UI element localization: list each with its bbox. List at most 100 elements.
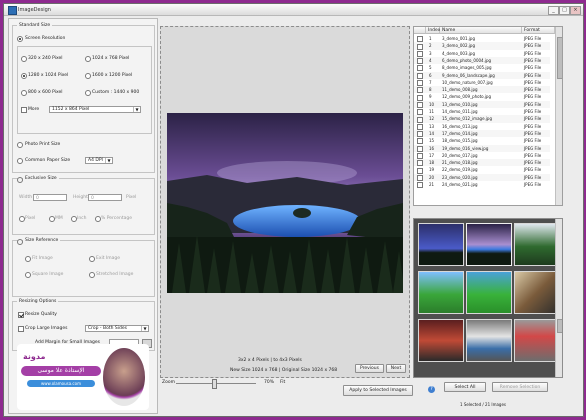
select-all-button[interactable]: Select All	[444, 382, 486, 392]
remove-selection-button[interactable]: Remove Selection	[492, 382, 548, 392]
help-icon[interactable]: ?	[428, 386, 435, 393]
table-row[interactable]: 19 22_demo_019.jpg JPEG File	[414, 166, 550, 174]
row-checkbox[interactable]	[417, 182, 423, 189]
table-row[interactable]: 6 9_demo_06_landscape.jpg JPEG File	[414, 71, 550, 79]
table-row[interactable]: 11 14_demo_011.jpg JPEG File	[414, 108, 550, 116]
height-input[interactable]: 0	[88, 194, 122, 201]
maximize-button[interactable]: □	[559, 6, 570, 15]
square-image-radio[interactable]	[25, 272, 31, 278]
row-index: 7	[429, 79, 432, 85]
thumbnail[interactable]	[466, 223, 512, 266]
table-row[interactable]: 2 3_demo_002.jpg JPEG File	[414, 42, 550, 50]
row-format: JPEG File	[524, 50, 542, 56]
thumbnail[interactable]	[418, 319, 464, 362]
row-index: 14	[429, 130, 435, 136]
table-row[interactable]: 7 10_demo_nature_007.jpg JPEG File	[414, 79, 550, 87]
more-dropdown-value: 1152 x 864 Pixel	[52, 107, 90, 112]
table-row[interactable]: 18 21_demo_018.jpg JPEG File	[414, 159, 550, 167]
unit-label: Pixel	[126, 195, 137, 200]
more-checkbox[interactable]	[21, 107, 27, 113]
watermark-line3: www.olamousa.com	[27, 380, 95, 387]
table-row[interactable]: 1 3_demo_001.jpg JPEG File	[414, 35, 550, 43]
row-format: JPEG File	[524, 72, 542, 78]
column-header-check[interactable]	[414, 27, 426, 34]
thumbnail[interactable]	[466, 271, 512, 314]
resize-quality-checkbox[interactable]	[18, 312, 24, 318]
thumbnail-scrollbar[interactable]	[555, 219, 562, 377]
crop-large-checkbox[interactable]	[18, 326, 24, 332]
table-row[interactable]: 21 24_demo_021.jpg JPEG File	[414, 181, 550, 189]
row-index: 18	[429, 160, 435, 166]
width-input[interactable]: 0	[33, 194, 67, 201]
height-label: Height	[73, 195, 88, 200]
table-row[interactable]: 13 16_demo_013.jpg JPEG File	[414, 123, 550, 130]
preview-info-line1: 3x2 x 4 Pixels | to 4x3 Pixels	[238, 358, 302, 363]
common-paper-radio[interactable]	[17, 158, 23, 164]
table-row[interactable]: 16 19_demo_016_view.jpg JPEG File	[414, 144, 550, 152]
res-1024-radio[interactable]	[85, 56, 91, 62]
common-paper-label: Common Paper Size	[25, 158, 71, 163]
zoom-slider-knob[interactable]	[211, 379, 217, 389]
width-label: Width	[19, 195, 33, 200]
row-name: 22_demo_019.jpg	[442, 167, 478, 173]
thumbnail[interactable]	[418, 271, 464, 314]
next-button[interactable]: Next	[386, 364, 406, 373]
stretched-image-radio[interactable]	[89, 272, 95, 278]
row-index: 2	[429, 43, 432, 49]
table-row[interactable]: 10 13_demo_010.jpg JPEG File	[414, 100, 550, 108]
table-row[interactable]: 4 6_demo_photo_0004.jpg JPEG File	[414, 56, 550, 65]
row-name: 19_demo_016_view.jpg	[442, 145, 489, 151]
res-320-radio[interactable]	[21, 56, 27, 62]
thumbnail-scrollbar-thumb[interactable]	[557, 319, 562, 333]
close-button[interactable]: ×	[570, 6, 581, 15]
thumbnail[interactable]	[514, 223, 560, 266]
apply-to-selected-button[interactable]: Apply to Selected Images	[343, 385, 413, 396]
column-header-index[interactable]: Index	[426, 27, 440, 34]
row-name: 12_demo_009_photo.jpg	[442, 94, 491, 100]
table-row[interactable]: 3 4_demo_003.jpg JPEG File	[414, 50, 550, 57]
table-row[interactable]: 12 15_demo_012_image.jpg JPEG File	[414, 115, 550, 123]
exit-image-radio[interactable]	[89, 256, 95, 262]
table-row[interactable]: 8 11_demo_008.jpg JPEG File	[414, 86, 550, 94]
column-header-format[interactable]: Format	[522, 27, 555, 34]
table-row[interactable]: 14 17_demo_014.jpg JPEG File	[414, 129, 550, 138]
res-custom-radio[interactable]	[85, 90, 91, 96]
column-header-name[interactable]: Name	[440, 27, 522, 34]
res-800-radio[interactable]	[21, 90, 27, 96]
res-1280-radio[interactable]	[21, 73, 27, 79]
table-row[interactable]: 15 18_demo_015.jpg JPEG File	[414, 137, 550, 145]
thumbnail[interactable]	[418, 223, 464, 266]
watermark-line1: مدونة	[23, 352, 46, 361]
res-1600-radio[interactable]	[85, 73, 91, 79]
minimize-button[interactable]: _	[548, 6, 559, 15]
thumbnail[interactable]	[466, 319, 512, 362]
row-index: 13	[429, 123, 435, 129]
row-index: 12	[429, 116, 435, 122]
thumbnail[interactable]	[514, 271, 560, 314]
row-name: 11_demo_008.jpg	[442, 87, 478, 93]
previous-button[interactable]: Previous	[355, 364, 384, 373]
table-row[interactable]: 20 23_demo_020.jpg JPEG File	[414, 173, 550, 181]
settings-panel: Standard Size Screen Resolution 320 x 24…	[8, 18, 158, 414]
table-row[interactable]: 17 20_demo_017.jpg JPEG File	[414, 152, 550, 160]
table-scrollbar[interactable]	[555, 27, 562, 205]
row-name: 15_demo_012_image.jpg	[442, 116, 492, 122]
table-scrollbar-thumb[interactable]	[557, 37, 562, 79]
screen-resolution-radio[interactable]	[17, 36, 23, 42]
more-dropdown[interactable]: 1152 x 864 Pixel ▼	[49, 106, 141, 113]
title-bar: ImageDesign _ □ ×	[4, 4, 583, 16]
fit-image-radio[interactable]	[25, 256, 31, 262]
thumbnail[interactable]	[514, 319, 560, 362]
table-row[interactable]: 5 8_demo_images_005.jpg JPEG File	[414, 64, 550, 72]
row-index: 3	[429, 50, 432, 56]
table-row[interactable]: 9 12_demo_009_photo.jpg JPEG File	[414, 93, 550, 101]
photo-print-radio[interactable]	[17, 142, 23, 148]
thumbnail-grid	[413, 218, 563, 378]
row-format: JPEG File	[524, 65, 542, 71]
row-name: 13_demo_010.jpg	[442, 101, 478, 107]
row-format: JPEG File	[524, 101, 542, 107]
row-format: JPEG File	[524, 36, 542, 41]
paper-size-dropdown[interactable]: A4 DPI ▼	[85, 157, 113, 164]
size-reference-group: Size Reference Fit Image Exit Image Squa…	[12, 238, 155, 297]
crop-mode-dropdown[interactable]: Crop - Both Sides ▼	[85, 325, 149, 332]
